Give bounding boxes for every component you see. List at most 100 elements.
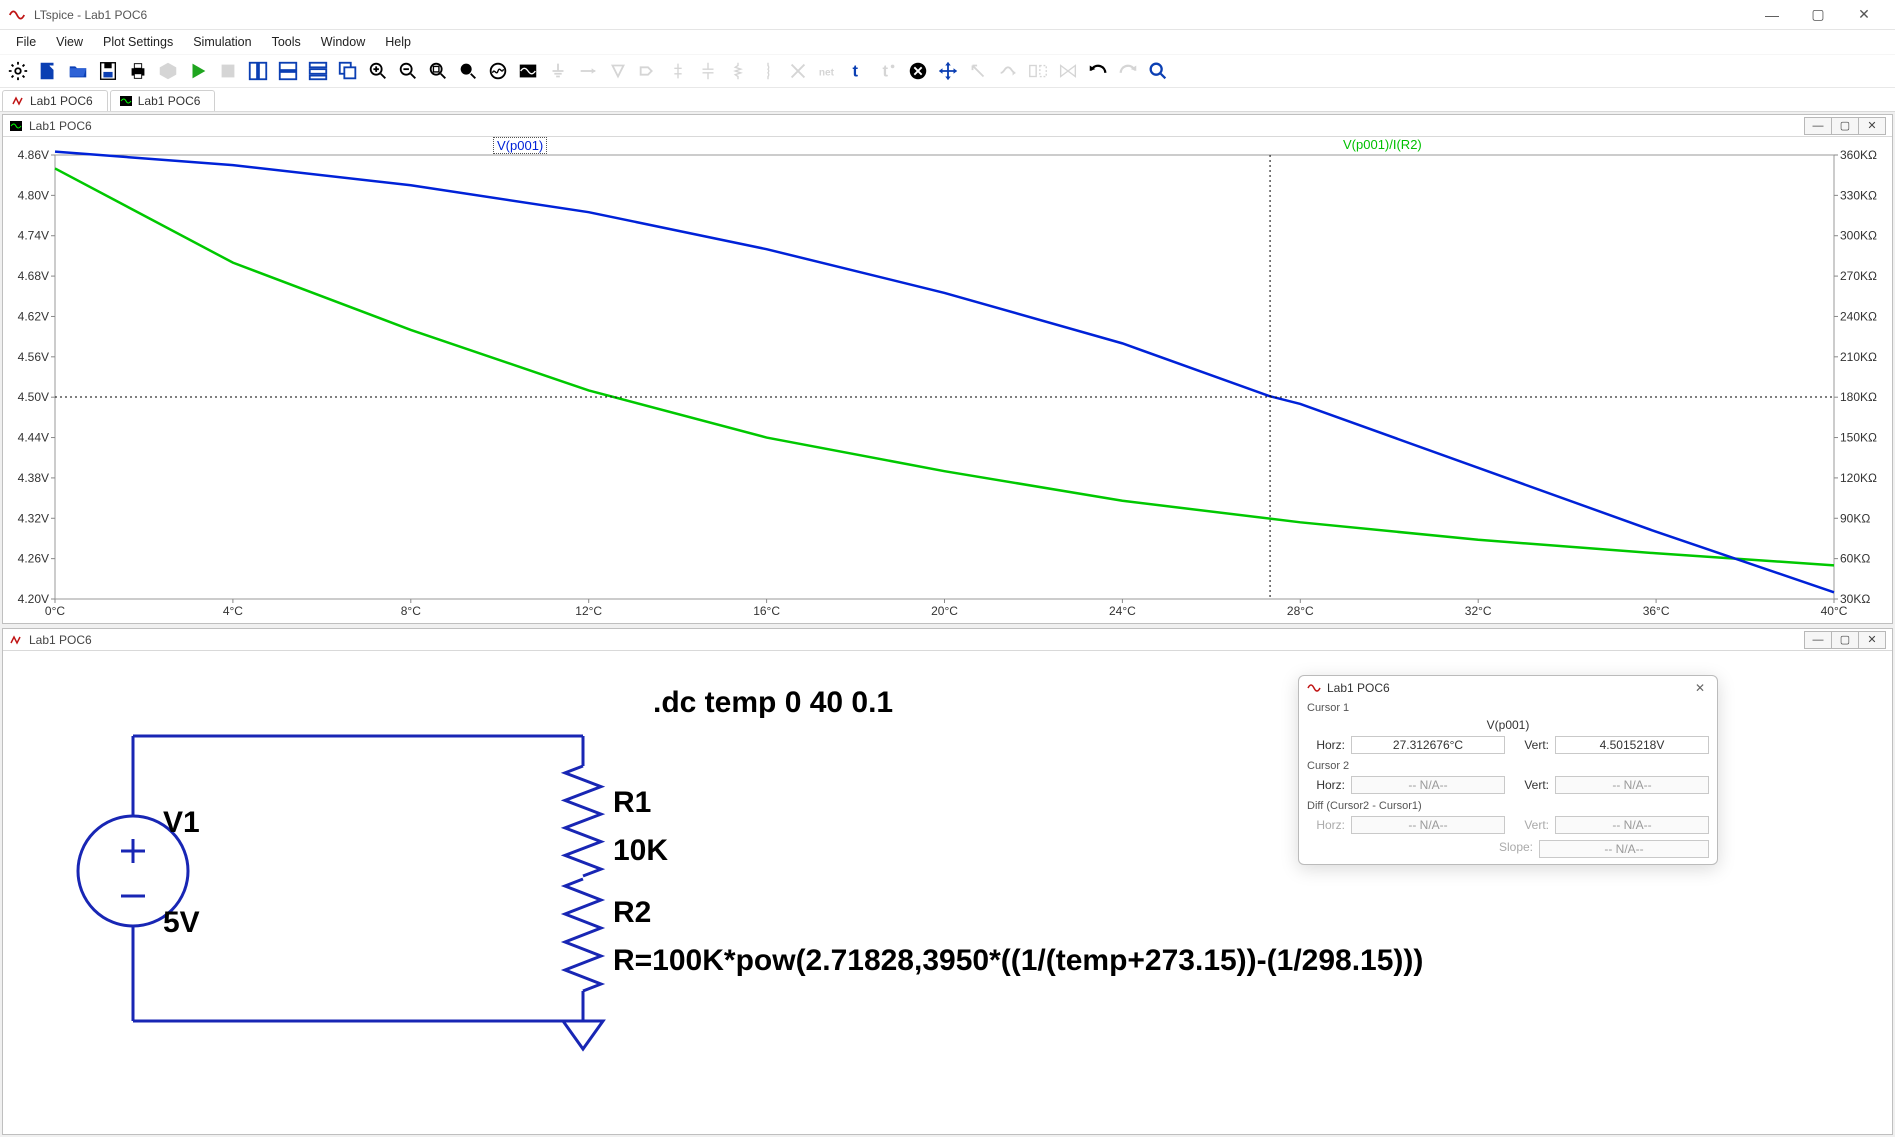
save-icon[interactable] bbox=[94, 57, 122, 85]
v1-value-label[interactable]: 5V bbox=[163, 906, 200, 940]
cursor-trace-name: V(p001) bbox=[1299, 716, 1717, 734]
r1-name-label[interactable]: R1 bbox=[613, 786, 651, 820]
cursor1-vert-label: Vert: bbox=[1511, 738, 1549, 752]
svg-text:36°C: 36°C bbox=[1643, 604, 1670, 618]
wire-icon bbox=[574, 57, 602, 85]
svg-text:4.26V: 4.26V bbox=[18, 552, 49, 566]
mirror-h-icon bbox=[1024, 57, 1052, 85]
svg-text:4.68V: 4.68V bbox=[18, 269, 49, 283]
svg-text:4°C: 4°C bbox=[223, 604, 243, 618]
schematic-titlebar[interactable]: Lab1 POC6 — ▢ ✕ bbox=[3, 629, 1892, 651]
print-icon[interactable] bbox=[124, 57, 152, 85]
close-circle-icon[interactable] bbox=[904, 57, 932, 85]
triangle-down-icon bbox=[604, 57, 632, 85]
spice-directive[interactable]: .dc temp 0 40 0.1 bbox=[653, 686, 893, 720]
redo-icon bbox=[1114, 57, 1142, 85]
schematic-window: Lab1 POC6 — ▢ ✕ .dc temp 0 40 0.1 V1 5V … bbox=[2, 628, 1893, 1135]
cursor-dialog-header[interactable]: Lab1 POC6 ✕ bbox=[1299, 676, 1717, 700]
schematic-close-button[interactable]: ✕ bbox=[1858, 631, 1886, 649]
tab-waveform-label: Lab1 POC6 bbox=[138, 94, 201, 108]
menu-view[interactable]: View bbox=[46, 32, 93, 52]
cap-icon bbox=[694, 57, 722, 85]
text-icon[interactable]: t bbox=[844, 57, 872, 85]
menu-file[interactable]: File bbox=[6, 32, 46, 52]
window-maximize-button[interactable]: ▢ bbox=[1795, 0, 1841, 30]
cursor2-vert-value: -- N/A-- bbox=[1555, 776, 1709, 794]
move-icon[interactable] bbox=[934, 57, 962, 85]
main-toolbar: net t t bbox=[0, 54, 1895, 88]
waveform-close-button[interactable]: ✕ bbox=[1858, 117, 1886, 135]
waveform-maximize-button[interactable]: ▢ bbox=[1831, 117, 1859, 135]
net-label-icon bbox=[634, 57, 662, 85]
menubar: File View Plot Settings Simulation Tools… bbox=[0, 30, 1895, 54]
svg-text:t: t bbox=[853, 63, 859, 81]
diff-vert-value: -- N/A-- bbox=[1555, 816, 1709, 834]
schematic-canvas[interactable]: .dc temp 0 40 0.1 V1 5V R1 10K R2 R=100K… bbox=[3, 651, 1892, 1134]
svg-text:net: net bbox=[819, 68, 835, 79]
zoom-in-icon[interactable] bbox=[364, 57, 392, 85]
window-minimize-button[interactable]: — bbox=[1749, 0, 1795, 30]
undo-icon[interactable] bbox=[1084, 57, 1112, 85]
svg-text:4.62V: 4.62V bbox=[18, 309, 49, 323]
tab-schematic[interactable]: Lab1 POC6 bbox=[2, 90, 108, 111]
stop-icon bbox=[214, 57, 242, 85]
svg-text:t: t bbox=[883, 63, 889, 81]
v1-name-label[interactable]: V1 bbox=[163, 806, 200, 840]
svg-text:16°C: 16°C bbox=[753, 604, 780, 618]
cursor1-horz-value[interactable]: 27.312676°C bbox=[1351, 736, 1505, 754]
zoom-fit-icon[interactable] bbox=[424, 57, 452, 85]
paste-icon bbox=[964, 57, 992, 85]
window-close-button[interactable]: ✕ bbox=[1841, 0, 1887, 30]
open-folder-icon[interactable] bbox=[64, 57, 92, 85]
diode-icon bbox=[664, 57, 692, 85]
cursor-diff-section-label: Diff (Cursor2 - Cursor1) bbox=[1299, 798, 1717, 814]
menu-help[interactable]: Help bbox=[375, 32, 421, 52]
run-icon[interactable] bbox=[184, 57, 212, 85]
new-schematic-icon[interactable] bbox=[34, 57, 62, 85]
waveform-small-icon bbox=[119, 94, 133, 108]
tab-waveform[interactable]: Lab1 POC6 bbox=[110, 90, 216, 111]
zoom-box-icon[interactable] bbox=[454, 57, 482, 85]
svg-text:20°C: 20°C bbox=[931, 604, 958, 618]
find-icon[interactable] bbox=[1144, 57, 1172, 85]
cursor1-vert-value[interactable]: 4.5015218V bbox=[1555, 736, 1709, 754]
svg-text:40°C: 40°C bbox=[1821, 604, 1848, 618]
svg-text:4.50V: 4.50V bbox=[18, 390, 49, 404]
r2-value-label[interactable]: R=100K*pow(2.71828,3950*((1/(temp+273.15… bbox=[613, 944, 1423, 978]
window-titlebar: LTspice - Lab1 POC6 — ▢ ✕ bbox=[0, 0, 1895, 30]
menu-tools[interactable]: Tools bbox=[262, 32, 311, 52]
svg-text:4.32V: 4.32V bbox=[18, 511, 49, 525]
cursor1-section-label: Cursor 1 bbox=[1299, 700, 1717, 716]
cascade-icon[interactable] bbox=[334, 57, 362, 85]
tile-v-icon[interactable] bbox=[274, 57, 302, 85]
waveform-minimize-button[interactable]: — bbox=[1804, 117, 1832, 135]
pin-icon: t bbox=[874, 57, 902, 85]
slope-value: -- N/A-- bbox=[1539, 840, 1709, 858]
svg-text:60KΩ: 60KΩ bbox=[1840, 552, 1870, 566]
schematic-small-icon bbox=[11, 94, 25, 108]
svg-text:360KΩ: 360KΩ bbox=[1840, 148, 1877, 162]
schematic-maximize-button[interactable]: ▢ bbox=[1831, 631, 1859, 649]
r1-value-label[interactable]: 10K bbox=[613, 834, 668, 868]
res-icon bbox=[724, 57, 752, 85]
menu-simulation[interactable]: Simulation bbox=[183, 32, 261, 52]
cursor-readout-dialog[interactable]: Lab1 POC6 ✕ Cursor 1 V(p001) Horz: 27.31… bbox=[1298, 675, 1718, 865]
autoscale-icon[interactable] bbox=[484, 57, 512, 85]
waveform-plot-area[interactable]: V(p001) V(p001)/I(R2) 4.86V4.80V4.74V4.6… bbox=[3, 137, 1892, 623]
schematic-minimize-button[interactable]: — bbox=[1804, 631, 1832, 649]
menu-window[interactable]: Window bbox=[311, 32, 375, 52]
cursor-dialog-close-button[interactable]: ✕ bbox=[1691, 681, 1709, 695]
waveform-svg[interactable]: 4.86V4.80V4.74V4.68V4.62V4.56V4.50V4.44V… bbox=[3, 137, 1892, 623]
svg-text:300KΩ: 300KΩ bbox=[1840, 229, 1877, 243]
waveform-titlebar[interactable]: Lab1 POC6 — ▢ ✕ bbox=[3, 115, 1892, 137]
svg-text:120KΩ: 120KΩ bbox=[1840, 471, 1877, 485]
wfm-toggle-icon[interactable] bbox=[514, 57, 542, 85]
settings-gear-icon[interactable] bbox=[4, 57, 32, 85]
svg-text:180KΩ: 180KΩ bbox=[1840, 390, 1877, 404]
menu-plot-settings[interactable]: Plot Settings bbox=[93, 32, 183, 52]
zoom-out-icon[interactable] bbox=[394, 57, 422, 85]
tile-3-icon[interactable] bbox=[304, 57, 332, 85]
r2-name-label[interactable]: R2 bbox=[613, 896, 651, 930]
mirror-v-icon bbox=[1054, 57, 1082, 85]
tile-h-icon[interactable] bbox=[244, 57, 272, 85]
